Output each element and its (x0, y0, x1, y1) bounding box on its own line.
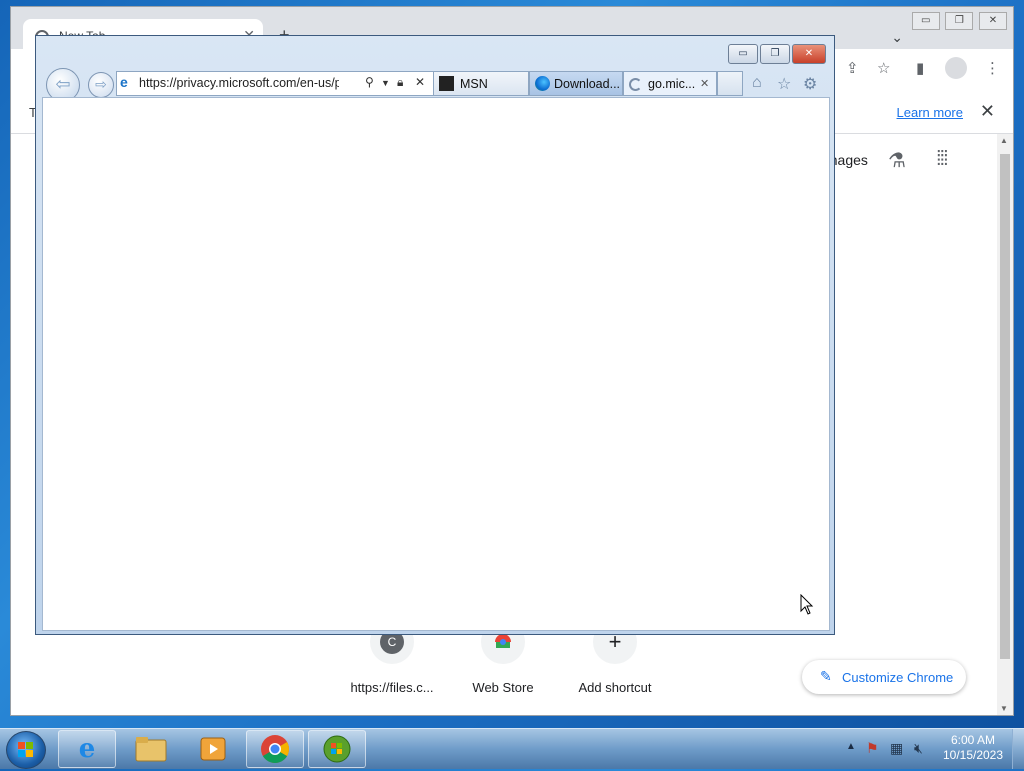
taskbar-chrome[interactable] (246, 730, 304, 768)
ie-tab-close-icon[interactable]: ✕ (700, 77, 709, 90)
ie-page-icon: e (120, 74, 128, 90)
side-panel-icon[interactable]: ▮ (916, 59, 924, 77)
arrow-left-icon: ⇦ (55, 74, 71, 94)
clock-time: 6:00 AM (950, 733, 996, 747)
action-center-flag-icon[interactable]: ⚑ (866, 740, 879, 757)
customize-chrome-label: Customize Chrome (842, 670, 954, 685)
home-icon[interactable]: ⌂ (752, 74, 762, 92)
chrome-icon (261, 735, 289, 763)
mouse-cursor-icon (800, 594, 814, 615)
ie-tab-download[interactable]: Download... (529, 71, 623, 96)
ie-address-bar[interactable]: e https://privacy.microsoft.com/en-us/pr… (116, 71, 434, 96)
loading-spinner-icon (629, 78, 642, 91)
dropdown-arrow-icon[interactable]: ▼ (381, 78, 390, 88)
ie-maximize-button[interactable]: ❐ (760, 44, 790, 64)
show-desktop-button[interactable] (1012, 729, 1024, 769)
bookmark-star-icon[interactable]: ☆ (877, 59, 890, 77)
ie-tab-msn[interactable]: MSN (433, 71, 529, 96)
taskbar-file-explorer[interactable] (122, 730, 180, 768)
clock-date: 10/15/2023 (942, 748, 1004, 762)
chrome-window-controls: ▭ ❐ ✕ (910, 11, 1007, 30)
system-clock[interactable]: 6:00 AM 10/15/2023 (940, 733, 1006, 763)
windows-taskbar: e ▲ ⚑ ▦ 🔇︎ 6:00 AM 10/15/2023 (0, 728, 1024, 769)
labs-flask-icon[interactable]: ⚗ (888, 148, 906, 173)
shortcut-label: https://files.c... (350, 680, 434, 695)
taskbar-windows-update[interactable] (308, 730, 366, 768)
volume-muted-icon[interactable]: 🔇︎ (914, 740, 923, 757)
scroll-thumb[interactable] (1000, 154, 1010, 659)
chrome-maximize-button[interactable]: ❐ (945, 12, 974, 30)
windows-logo-icon (18, 742, 33, 757)
taskbar-internet-explorer[interactable]: e (58, 730, 116, 768)
scroll-up-icon[interactable]: ▲ (1000, 136, 1008, 145)
customize-chrome-button[interactable]: ✎ Customize Chrome (802, 660, 966, 694)
windows-update-icon (323, 735, 351, 763)
ie-address-url[interactable]: https://privacy.microsoft.com/en-us/priv (139, 76, 339, 90)
ie-tab-label: Download... (554, 77, 621, 91)
favorites-star-icon[interactable]: ☆ (777, 74, 791, 94)
shortcut-label: Add shortcut (578, 680, 652, 695)
pencil-icon: ✎ (820, 668, 832, 684)
start-button[interactable] (6, 731, 46, 769)
google-apps-icon[interactable]: ⁞⁞⁞ (936, 148, 949, 171)
ie-new-tab-button[interactable] (717, 71, 743, 96)
folder-icon (135, 737, 167, 762)
internet-explorer-icon: e (78, 734, 96, 764)
chrome-minimize-button[interactable]: ▭ (911, 12, 940, 30)
ie-tab-label: MSN (460, 77, 488, 91)
ie-forward-button[interactable]: ⇨ (88, 72, 114, 98)
taskbar-media-player[interactable] (184, 730, 242, 768)
ie-tab-label: go.mic... (648, 77, 696, 91)
stop-icon[interactable]: ✕ (415, 75, 425, 89)
tools-gear-icon[interactable]: ⚙ (803, 74, 817, 94)
share-icon[interactable]: ⇪ (846, 59, 859, 77)
media-player-icon (200, 737, 226, 761)
lock-icon[interactable]: 🔒︎ (397, 75, 403, 90)
info-bar-close-icon[interactable]: ✕ (980, 101, 995, 122)
profile-avatar[interactable] (945, 57, 967, 79)
shortcut-label: Web Store (472, 680, 534, 695)
internet-explorer-window: ▭ ❐ ✕ ⇦ ⇨ e https://privacy.microsoft.co… (35, 35, 835, 635)
network-icon[interactable]: ▦ (890, 740, 903, 757)
msn-favicon-icon (439, 76, 454, 91)
ie-page-content (42, 97, 830, 631)
chrome-close-button[interactable]: ✕ (979, 12, 1007, 30)
chrome-tab-search-icon[interactable]: ⌄ (891, 29, 903, 46)
chrome-menu-icon[interactable]: ⋮ (985, 59, 1000, 77)
ie-minimize-button[interactable]: ▭ (728, 44, 758, 64)
ie-close-button[interactable]: ✕ (792, 44, 826, 64)
arrow-right-icon: ⇨ (95, 76, 107, 92)
edge-favicon-icon (535, 76, 550, 91)
tray-overflow-icon[interactable]: ▲ (846, 741, 856, 752)
page-scrollbar[interactable]: ▲ ▼ (997, 134, 1013, 715)
ie-tab-go-microsoft[interactable]: go.mic... ✕ (623, 71, 717, 96)
scroll-down-icon[interactable]: ▼ (1000, 704, 1008, 713)
learn-more-link[interactable]: Learn more (897, 105, 963, 120)
search-icon[interactable]: ⚲ (365, 75, 374, 89)
